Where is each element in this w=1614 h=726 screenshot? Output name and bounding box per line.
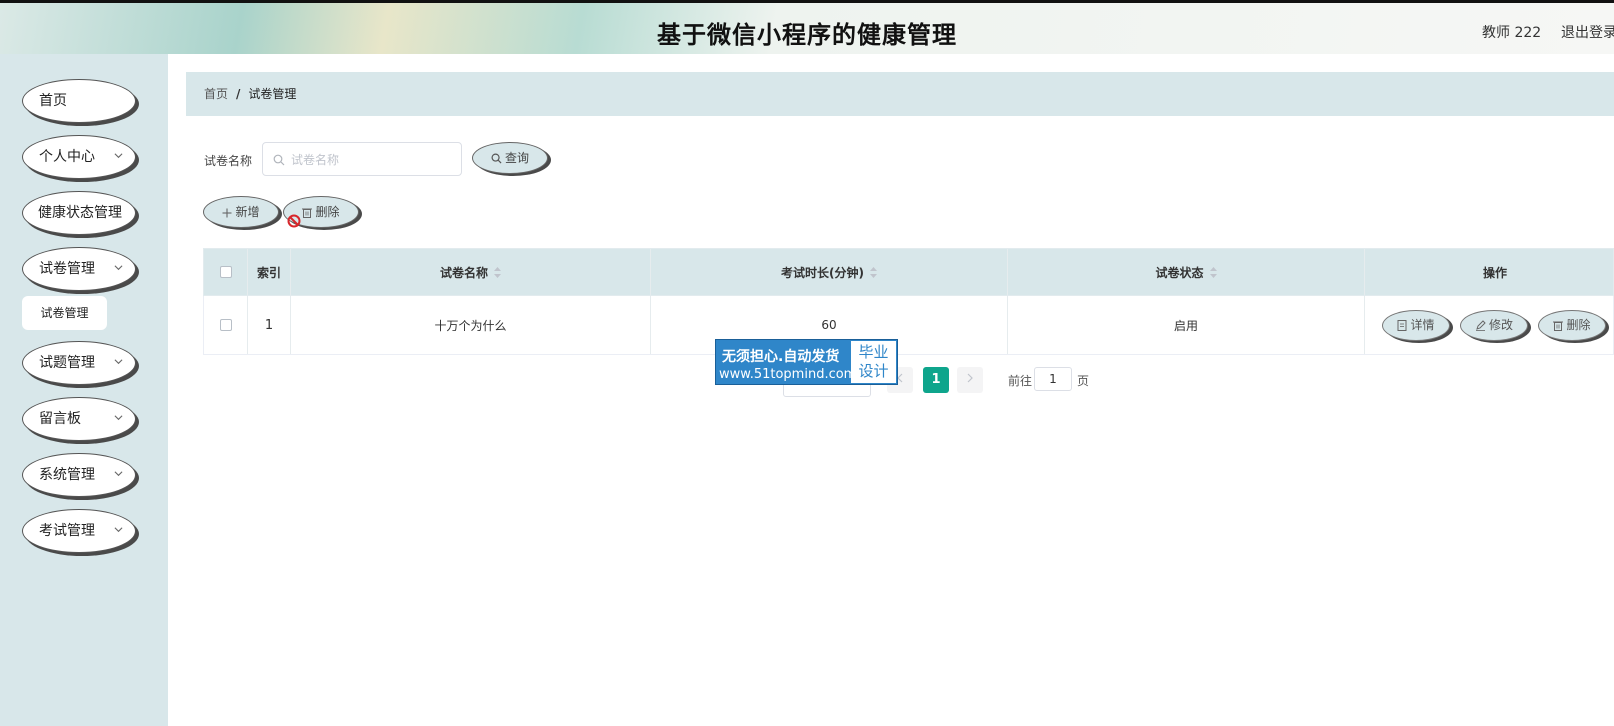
sidebar-item-health-status[interactable]: 健康状态管理 [22, 191, 136, 235]
breadcrumb-home[interactable]: 首页 [204, 87, 228, 101]
current-user: 教师 222 [1482, 25, 1542, 41]
table-header: 索引 试卷名称 考试时长(分钟) 试卷状态 操作 [203, 248, 1614, 296]
table-row: 1 十万个为什么 60 启用 详情 修改 删除 [203, 296, 1614, 355]
watermark-badge: 无须担心.自动发货 www.51topmind.com 毕业 设计 [715, 339, 898, 385]
cell-name: 十万个为什么 [291, 296, 651, 354]
edit-button-label: 修改 [1488, 318, 1513, 332]
watermark-line1: 无须担心.自动发货 [722, 349, 840, 365]
search-input[interactable] [289, 143, 461, 177]
breadcrumb: 首页 / 试卷管理 [186, 72, 1614, 116]
row-checkbox[interactable] [219, 319, 232, 331]
logout-link[interactable]: 退出登录 [1561, 22, 1614, 42]
sidebar-item-label: 试题管理 [39, 355, 95, 371]
cell-status: 启用 [1008, 296, 1365, 354]
app-title: 基于微信小程序的健康管理 [657, 21, 957, 49]
sidebar-item-label: 考试管理 [39, 523, 95, 539]
page-number-current[interactable]: 1 [923, 367, 949, 393]
detail-button-label: 详情 [1410, 318, 1435, 332]
page-suffix: 页 [1077, 374, 1090, 388]
top-bar: 基于微信小程序的健康管理 教师 222 退出登录 [0, 0, 1614, 54]
add-button[interactable]: 新增 [203, 196, 279, 228]
search-field[interactable] [262, 142, 462, 177]
sidebar-item-exam[interactable]: 考试管理 [22, 509, 136, 553]
chevron-down-icon [114, 471, 123, 477]
sidebar-item-label: 系统管理 [39, 467, 95, 483]
chevron-right-icon [967, 373, 973, 383]
chevron-down-icon [114, 265, 123, 271]
cell-index: 1 [248, 296, 291, 354]
sidebar-item-personal-center[interactable]: 个人中心 [22, 135, 136, 179]
next-page-button[interactable] [957, 367, 983, 393]
chevron-down-icon [114, 527, 123, 533]
submenu-item-exam-paper[interactable]: 试卷管理 [22, 296, 107, 330]
sort-icon[interactable] [869, 266, 877, 278]
search-label: 试卷名称 [204, 154, 253, 168]
watermark-box: 毕业 设计 [851, 341, 896, 383]
sidebar-item-questions[interactable]: 试题管理 [22, 341, 136, 385]
search-button[interactable]: 查询 [472, 142, 548, 174]
sidebar-item-label: 首页 [39, 93, 67, 109]
search-button-label: 查询 [504, 151, 529, 165]
sidebar-item-exam-paper[interactable]: 试卷管理 [22, 247, 136, 291]
search-icon [491, 153, 502, 164]
column-header-index: 索引 [248, 249, 291, 295]
delete-button-label: 删除 [1566, 318, 1591, 332]
watermark-box-line1: 毕业 [858, 343, 889, 361]
search-icon [273, 154, 285, 166]
chevron-down-icon [114, 153, 123, 159]
document-icon [1397, 320, 1407, 331]
goto-page-input[interactable]: 1 [1034, 367, 1072, 391]
row-select-cell [204, 296, 248, 354]
delete-button[interactable]: 删除 [1538, 310, 1606, 341]
sidebar-item-label: 留言板 [39, 411, 81, 427]
trash-icon [1553, 321, 1564, 331]
column-header-status[interactable]: 试卷状态 [1008, 249, 1365, 295]
select-all-checkbox[interactable] [219, 266, 232, 278]
sidebar-item-system[interactable]: 系统管理 [22, 453, 136, 497]
goto-label: 前往 [1008, 374, 1033, 388]
trash-icon [302, 208, 313, 218]
edit-button[interactable]: 修改 [1460, 310, 1528, 341]
chevron-down-icon [114, 359, 123, 365]
column-header-actions: 操作 [1482, 265, 1507, 280]
column-header-name[interactable]: 试卷名称 [291, 249, 651, 295]
sort-icon[interactable] [1209, 266, 1217, 278]
sidebar-item-label: 健康状态管理 [38, 205, 122, 221]
sort-icon[interactable] [494, 266, 501, 278]
header-select-cell [204, 249, 248, 295]
add-button-label: 新增 [235, 205, 260, 219]
plus-icon [222, 208, 232, 218]
column-header-duration[interactable]: 考试时长(分钟) [651, 249, 1008, 295]
cell-actions: 详情 修改 删除 [1365, 296, 1614, 354]
breadcrumb-current: 试卷管理 [248, 87, 297, 101]
sidebar-item-message-board[interactable]: 留言板 [22, 397, 136, 441]
breadcrumb-separator: / [236, 87, 241, 101]
batch-delete-label: 删除 [315, 205, 340, 219]
watermark-box-line2: 设计 [858, 362, 889, 380]
edit-icon [1475, 320, 1486, 331]
sidebar-item-label: 个人中心 [39, 149, 95, 165]
watermark-line2: www.51topmind.com [719, 367, 857, 382]
not-allowed-cursor-icon [287, 214, 301, 228]
sidebar-item-home[interactable]: 首页 [22, 79, 136, 123]
chevron-down-icon [114, 415, 123, 421]
detail-button[interactable]: 详情 [1382, 310, 1450, 341]
sidebar-item-label: 试卷管理 [39, 261, 95, 277]
